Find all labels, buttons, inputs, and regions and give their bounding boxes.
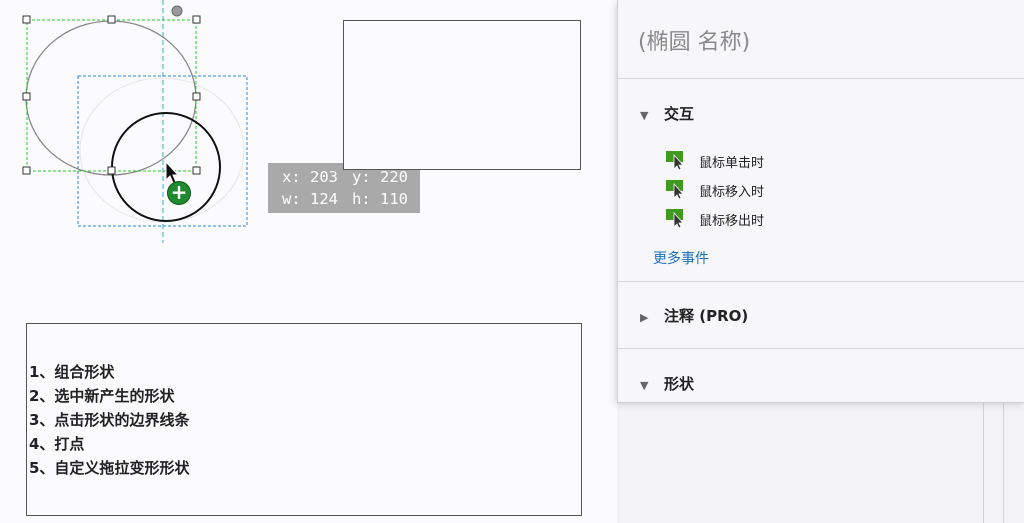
section-interaction[interactable]: ▼ 交互 (640, 103, 694, 124)
event-label: 鼠标单击时 (699, 156, 765, 171)
panel-background-strip (617, 403, 1024, 523)
event-cursor-icon (666, 209, 684, 228)
section-label: 形状 (664, 375, 695, 393)
event-label: 鼠标移入时 (699, 185, 765, 200)
instruction-note-box[interactable]: 1、组合形状 2、选中新产生的形状 3、点击形状的边界线条 4、打点 5、自定义… (26, 323, 582, 516)
more-events-link[interactable]: 更多事件 (653, 248, 709, 268)
inspector-panel: (椭圆 名称) ▼ 交互 鼠标单击时 鼠标移入时 鼠标移出时 更多事件 ▶ 注释 (… (617, 0, 1024, 403)
resize-handle-right (192, 92, 201, 101)
section-label: 注释 (PRO) (664, 307, 749, 325)
divider (1003, 403, 1004, 523)
coordinate-tooltip: x: 203 y: 220 w: 124 h: 110 (268, 163, 420, 213)
triangle-down-icon: ▼ (640, 379, 649, 392)
triangle-right-icon: ▶ (640, 311, 649, 324)
add-plus-icon: + (167, 181, 191, 205)
coord-h: h: 110 (352, 190, 408, 208)
resize-handle-top-left (22, 15, 31, 24)
resize-handle-top-right (192, 15, 201, 24)
section-notes[interactable]: ▶ 注释 (PRO) (640, 305, 748, 326)
resize-handle-left (22, 92, 31, 101)
divider (983, 403, 984, 523)
ellipse-shape[interactable] (25, 20, 197, 176)
event-cursor-icon (666, 180, 684, 199)
section-label: 交互 (664, 105, 695, 123)
shape-name-field[interactable]: (椭圆 名称) (638, 24, 750, 56)
ghost-ellipse (79, 77, 245, 223)
rectangle-shape[interactable] (343, 20, 581, 170)
section-shape[interactable]: ▼ 形状 (640, 373, 694, 394)
resize-handle-bottom-right (192, 166, 201, 175)
coord-x: x: 203 (282, 168, 338, 186)
instruction-list: 1、组合形状 2、选中新产生的形状 3、点击形状的边界线条 4、打点 5、自定义… (29, 360, 189, 480)
list-item: 5、自定义拖拉变形形状 (29, 459, 190, 477)
event-label: 鼠标移出时 (699, 214, 765, 229)
list-item: 2、选中新产生的形状 (29, 387, 175, 405)
rotate-handle[interactable] (171, 5, 183, 17)
resize-handle-bottom-left (22, 166, 31, 175)
list-item: 3、点击形状的边界线条 (29, 411, 190, 429)
divider (618, 281, 1024, 282)
divider (618, 348, 1024, 349)
list-item: 1、组合形状 (29, 363, 115, 381)
coord-w: w: 124 (282, 190, 338, 208)
resize-handle-bottom (107, 166, 116, 175)
divider (618, 78, 1024, 79)
resize-handle-top (107, 15, 116, 24)
event-cursor-icon (666, 151, 684, 170)
triangle-down-icon: ▼ (640, 109, 649, 122)
list-item: 4、打点 (29, 435, 85, 453)
